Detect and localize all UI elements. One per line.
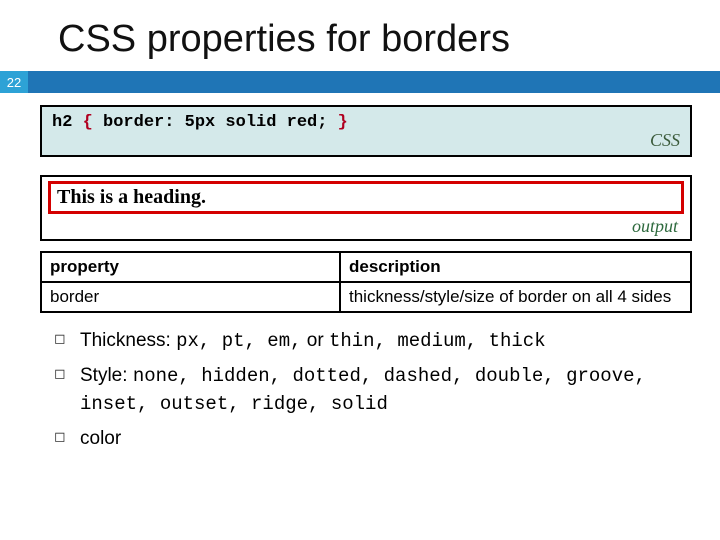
bullet-text: or	[302, 330, 329, 351]
table-header-description: description	[340, 252, 691, 282]
property-table: property description border thickness/st…	[40, 251, 692, 313]
bullet-label: Thickness:	[80, 330, 176, 351]
bullet-mono: px, pt, em,	[176, 330, 301, 352]
header-bar: 22	[0, 71, 720, 93]
slide-title: CSS properties for borders	[0, 0, 720, 71]
content-area: h2 { border: 5px solid red; } CSS This i…	[0, 93, 720, 452]
output-label: output	[48, 216, 684, 237]
bullet-label: color	[80, 428, 121, 449]
list-item: color	[54, 425, 692, 453]
table-header-row: property description	[41, 252, 691, 282]
page-number: 22	[0, 71, 28, 93]
code-brace-close: }	[338, 113, 348, 132]
code-declaration: border: 5px solid red;	[103, 113, 327, 132]
bullet-list: Thickness: px, pt, em, or thin, medium, …	[40, 327, 692, 452]
code-box: h2 { border: 5px solid red; } CSS	[40, 105, 692, 157]
output-heading: This is a heading.	[48, 181, 684, 214]
bullet-mono: none, hidden, dotted, dashed, double, gr…	[80, 365, 646, 416]
table-row: border thickness/style/size of border on…	[41, 282, 691, 312]
list-item: Thickness: px, pt, em, or thin, medium, …	[54, 327, 692, 356]
bullet-mono: thin, medium, thick	[329, 330, 546, 352]
output-box: This is a heading. output	[40, 175, 692, 241]
table-cell-description: thickness/style/size of border on all 4 …	[340, 282, 691, 312]
code-brace-open: {	[83, 113, 93, 132]
table-header-property: property	[41, 252, 340, 282]
bullet-label: Style:	[80, 365, 133, 386]
code-selector: h2	[52, 113, 72, 132]
code-label: CSS	[52, 130, 680, 151]
list-item: Style: none, hidden, dotted, dashed, dou…	[54, 362, 692, 419]
header-bar-fill	[28, 71, 720, 93]
table-cell-property: border	[41, 282, 340, 312]
